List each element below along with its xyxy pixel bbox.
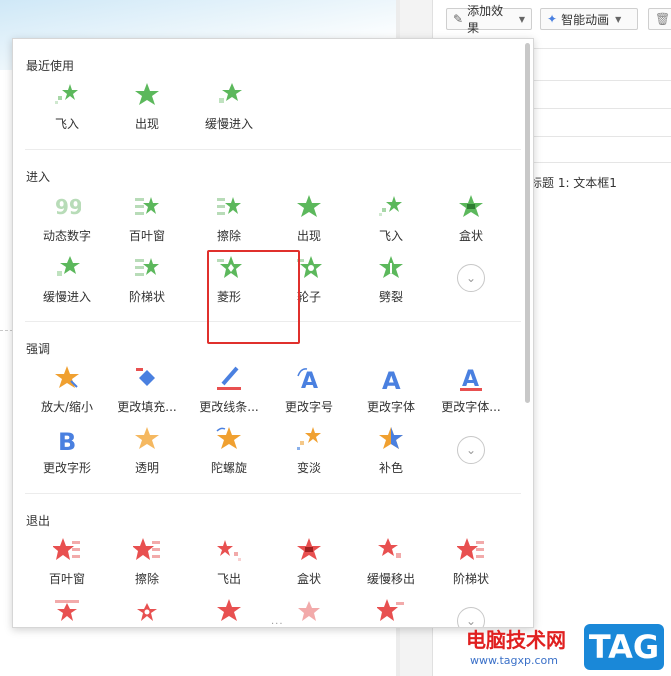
scrollbar[interactable] (525, 43, 530, 403)
effect-item[interactable]: 飞入 (27, 81, 107, 139)
line-color-icon (217, 366, 241, 390)
stairs-out-icon (457, 538, 484, 560)
resize-grip[interactable]: ··· (271, 619, 284, 627)
appear-icon (135, 83, 159, 105)
effect-item[interactable]: 更改填充... (107, 364, 187, 422)
watermark-logo: TAG (584, 624, 664, 670)
blinds-out-icon (53, 538, 80, 560)
effect-item[interactable] (27, 597, 107, 627)
svg-text:99: 99 (55, 195, 81, 219)
effect-item[interactable]: 擦除 (107, 536, 187, 594)
font-color-icon: A (460, 367, 482, 392)
effect-item[interactable]: 盒状 (431, 193, 511, 251)
effect-item[interactable]: 补色 (351, 425, 431, 483)
slow-in-icon (57, 256, 80, 276)
effect-item[interactable]: A 更改字号 (269, 364, 349, 422)
effect-item[interactable]: 擦除 (189, 193, 269, 251)
appear-icon (297, 195, 321, 217)
effect-item[interactable]: B 更改字形 (27, 425, 107, 483)
font-icon: A (382, 367, 401, 392)
divider (25, 149, 521, 150)
effect-item[interactable] (107, 597, 187, 627)
fill-bucket-icon (136, 368, 155, 386)
svg-text:A: A (382, 367, 401, 392)
exit-effect-icon (298, 601, 320, 621)
animation-list-item[interactable]: 标题 1: 文本框1 (530, 174, 617, 191)
exit-effect-icon (377, 599, 404, 621)
effect-item[interactable]: 飞入 (351, 193, 431, 251)
effect-item[interactable]: 盒状 (269, 536, 349, 594)
number-icon: 99 (55, 195, 81, 219)
exit-effect-icon (217, 599, 241, 621)
chevron-down-icon: ▼ (518, 14, 525, 24)
split-icon (379, 256, 403, 278)
effect-item[interactable]: 陀螺旋 (189, 425, 269, 483)
fly-out-icon (217, 540, 241, 561)
more-emphasis-button[interactable]: ⌄ (457, 436, 485, 464)
effect-item[interactable]: A 更改字体... (431, 364, 511, 422)
fade-icon (297, 427, 321, 450)
effect-item[interactable]: 99 动态数字 (27, 193, 107, 251)
effect-item[interactable]: 阶梯状 (107, 254, 187, 312)
effect-item[interactable]: 缓慢进入 (189, 81, 269, 139)
svg-text:A: A (301, 369, 318, 392)
box-out-icon (297, 538, 321, 560)
effect-item[interactable]: 放大/缩小 (27, 364, 107, 422)
exit-effect-icon (137, 603, 157, 621)
transparent-icon (135, 427, 159, 449)
effect-item[interactable] (351, 597, 431, 627)
effect-item[interactable]: 缓慢进入 (27, 254, 107, 312)
smart-animation-button[interactable]: ✦ 智能动画 ▼ (540, 8, 638, 30)
effect-item[interactable]: 百叶窗 (107, 193, 187, 251)
stairs-icon (135, 258, 159, 276)
wipe-icon (217, 197, 241, 215)
slow-in-icon (219, 83, 242, 103)
effect-item[interactable]: A 更改字体 (351, 364, 431, 422)
highlight-box (207, 250, 300, 344)
add-effect-button[interactable]: ✎ 添加效果 ▼ (446, 4, 532, 35)
effect-item[interactable]: 透明 (107, 425, 187, 483)
effect-item[interactable]: 出现 (269, 193, 349, 251)
sparkle-icon: ✦ (547, 12, 558, 26)
effect-item[interactable]: 飞出 (189, 536, 269, 594)
divider (25, 493, 521, 494)
effect-item[interactable]: 变淡 (269, 425, 349, 483)
effect-item[interactable]: 百叶窗 (27, 536, 107, 594)
section-title-emphasis: 强调 (26, 342, 51, 356)
blinds-icon (135, 197, 159, 215)
box-icon (459, 195, 483, 217)
section-title-entrance: 进入 (26, 170, 51, 184)
section-title-recent: 最近使用 (26, 59, 75, 73)
effect-item[interactable] (189, 597, 269, 627)
complement-icon (379, 427, 403, 449)
watermark: 电脑技术网 www.tagxp.com (466, 628, 566, 667)
wipe-out-icon (133, 538, 160, 560)
font-size-icon: A (297, 368, 318, 392)
effect-item[interactable]: 阶梯状 (431, 536, 511, 594)
effect-item[interactable]: 缓慢移出 (351, 536, 431, 594)
chevron-down-icon: ▼ (615, 14, 622, 24)
trash-icon: 🗑 (655, 12, 671, 26)
exit-effect-icon (55, 600, 79, 621)
pen-icon: ✎ (453, 12, 464, 26)
effect-item[interactable]: 更改线条... (189, 364, 269, 422)
spin-icon (216, 427, 241, 449)
fly-in-icon (55, 84, 78, 104)
svg-text:B: B (58, 428, 76, 453)
effect-item[interactable]: 出现 (107, 81, 187, 139)
fly-in-icon (379, 196, 402, 216)
more-entrance-button[interactable]: ⌄ (457, 264, 485, 292)
chevron-down-icon: ⌄ (465, 443, 477, 457)
bold-icon: B (58, 428, 76, 453)
section-title-exit: 退出 (26, 514, 51, 528)
delete-button[interactable]: 🗑 (648, 8, 671, 30)
chevron-down-icon: ⌄ (465, 271, 477, 285)
slow-out-icon (378, 538, 401, 558)
effect-item[interactable]: 劈裂 (351, 254, 431, 312)
grow-shrink-icon (55, 366, 79, 388)
